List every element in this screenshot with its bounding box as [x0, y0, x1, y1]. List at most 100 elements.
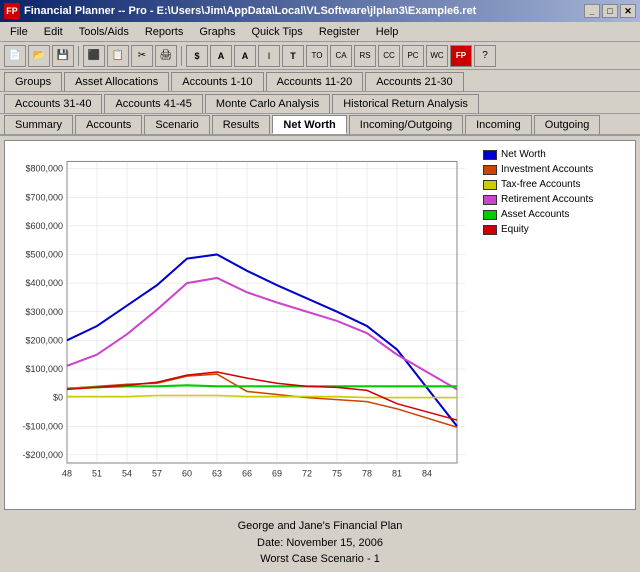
svg-text:$100,000: $100,000: [25, 364, 63, 374]
tb-btn5[interactable]: 📋: [107, 45, 129, 67]
chart-legend: Net Worth Investment Accounts Tax-free A…: [475, 141, 635, 509]
tb-sep1: [78, 46, 79, 66]
svg-text:-$200,000: -$200,000: [22, 450, 63, 460]
title-bar: FP Financial Planner -- Pro - E:\Users\J…: [0, 0, 640, 22]
tab-asset-allocations[interactable]: Asset Allocations: [64, 72, 169, 91]
svg-text:84: 84: [422, 468, 432, 478]
tb-btn16[interactable]: CC: [378, 45, 400, 67]
chart-container: $800,000 $700,000 $600,000 $500,000 $400…: [5, 141, 475, 509]
tb-btn8[interactable]: $: [186, 45, 208, 67]
tab-row-3: Summary Accounts Scenario Results Net Wo…: [0, 114, 640, 136]
tb-btn10[interactable]: A: [234, 45, 256, 67]
tab-accounts-1-10[interactable]: Accounts 1-10: [171, 72, 263, 91]
tab-row-2: Accounts 31-40 Accounts 41-45 Monte Carl…: [0, 92, 640, 114]
menu-help[interactable]: Help: [368, 24, 407, 40]
tab-row-1: Groups Asset Allocations Accounts 1-10 A…: [0, 70, 640, 92]
tab-summary[interactable]: Summary: [4, 115, 73, 134]
legend-label-asset: Asset Accounts: [501, 209, 569, 220]
minimize-button[interactable]: _: [584, 4, 600, 18]
svg-text:69: 69: [272, 468, 282, 478]
legend-color-investment: [483, 165, 497, 175]
svg-text:66: 66: [242, 468, 252, 478]
legend-label-taxfree: Tax-free Accounts: [501, 179, 580, 190]
tab-accounts-31-40[interactable]: Accounts 31-40: [4, 94, 102, 113]
tb-save[interactable]: 💾: [52, 45, 74, 67]
chart-area: $800,000 $700,000 $600,000 $500,000 $400…: [4, 140, 636, 510]
svg-text:54: 54: [122, 468, 132, 478]
menu-bar: File Edit Tools/Aids Reports Graphs Quic…: [0, 22, 640, 42]
legend-label-net-worth: Net Worth: [501, 149, 546, 160]
legend-color-asset: [483, 210, 497, 220]
tab-accounts-21-30[interactable]: Accounts 21-30: [365, 72, 463, 91]
svg-text:$200,000: $200,000: [25, 335, 63, 345]
tab-groups[interactable]: Groups: [4, 72, 62, 91]
tb-sep2: [181, 46, 182, 66]
legend-asset: Asset Accounts: [483, 209, 627, 220]
tab-monte-carlo[interactable]: Monte Carlo Analysis: [205, 94, 330, 113]
menu-quicktips[interactable]: Quick Tips: [243, 24, 310, 40]
legend-color-taxfree: [483, 180, 497, 190]
tb-btn13[interactable]: TO: [306, 45, 328, 67]
tb-btn20[interactable]: ?: [474, 45, 496, 67]
tab-incoming-outgoing[interactable]: Incoming/Outgoing: [349, 115, 463, 134]
legend-taxfree: Tax-free Accounts: [483, 179, 627, 190]
menu-reports[interactable]: Reports: [137, 24, 192, 40]
svg-text:$300,000: $300,000: [25, 307, 63, 317]
svg-text:48: 48: [62, 468, 72, 478]
tb-btn15[interactable]: RS: [354, 45, 376, 67]
menu-tools[interactable]: Tools/Aids: [71, 24, 137, 40]
svg-text:60: 60: [182, 468, 192, 478]
svg-text:$400,000: $400,000: [25, 278, 63, 288]
tb-open[interactable]: 📂: [28, 45, 50, 67]
tb-btn19[interactable]: FP: [450, 45, 472, 67]
toolbar: 📄 📂 💾 ⬛ 📋 ✂ 🖨 $ A A I T TO CA RS CC PC W…: [0, 42, 640, 70]
tab-historical-return[interactable]: Historical Return Analysis: [332, 94, 479, 113]
menu-file[interactable]: File: [2, 24, 36, 40]
tb-btn17[interactable]: PC: [402, 45, 424, 67]
legend-net-worth: Net Worth: [483, 149, 627, 160]
svg-text:$0: $0: [53, 393, 63, 403]
app-icon: FP: [4, 3, 20, 19]
svg-text:57: 57: [152, 468, 162, 478]
tab-accounts-41-45[interactable]: Accounts 41-45: [104, 94, 202, 113]
legend-color-net-worth: [483, 150, 497, 160]
tb-btn14[interactable]: CA: [330, 45, 352, 67]
tab-scenario[interactable]: Scenario: [144, 115, 209, 134]
svg-text:75: 75: [332, 468, 342, 478]
legend-label-equity: Equity: [501, 224, 529, 235]
tb-btn7[interactable]: 🖨: [155, 45, 177, 67]
legend-retirement: Retirement Accounts: [483, 194, 627, 205]
legend-label-investment: Investment Accounts: [501, 164, 593, 175]
tab-outgoing[interactable]: Outgoing: [534, 115, 601, 134]
tb-btn12[interactable]: T: [282, 45, 304, 67]
tab-accounts-11-20[interactable]: Accounts 11-20: [266, 72, 364, 91]
footer: George and Jane's Financial Plan Date: N…: [0, 514, 640, 572]
svg-text:-$100,000: -$100,000: [22, 421, 63, 431]
tb-new[interactable]: 📄: [4, 45, 26, 67]
legend-color-retirement: [483, 195, 497, 205]
tab-net-worth[interactable]: Net Worth: [272, 115, 346, 134]
tb-btn6[interactable]: ✂: [131, 45, 153, 67]
tab-accounts[interactable]: Accounts: [75, 115, 142, 134]
footer-line1: George and Jane's Financial Plan: [0, 518, 640, 535]
tab-results[interactable]: Results: [212, 115, 271, 134]
tb-btn18[interactable]: WC: [426, 45, 448, 67]
chart-svg: $800,000 $700,000 $600,000 $500,000 $400…: [5, 141, 475, 509]
menu-register[interactable]: Register: [311, 24, 368, 40]
tb-btn4[interactable]: ⬛: [83, 45, 105, 67]
footer-line2: Date: November 15, 2006: [0, 535, 640, 552]
tab-incoming[interactable]: Incoming: [465, 115, 532, 134]
svg-text:$600,000: $600,000: [25, 221, 63, 231]
svg-text:$700,000: $700,000: [25, 192, 63, 202]
maximize-button[interactable]: □: [602, 4, 618, 18]
tb-btn11[interactable]: I: [258, 45, 280, 67]
legend-label-retirement: Retirement Accounts: [501, 194, 593, 205]
close-button[interactable]: ✕: [620, 4, 636, 18]
svg-text:63: 63: [212, 468, 222, 478]
tb-btn9[interactable]: A: [210, 45, 232, 67]
menu-graphs[interactable]: Graphs: [191, 24, 243, 40]
svg-text:$800,000: $800,000: [25, 164, 63, 174]
menu-edit[interactable]: Edit: [36, 24, 71, 40]
svg-text:81: 81: [392, 468, 402, 478]
window-controls: _ □ ✕: [584, 4, 636, 18]
